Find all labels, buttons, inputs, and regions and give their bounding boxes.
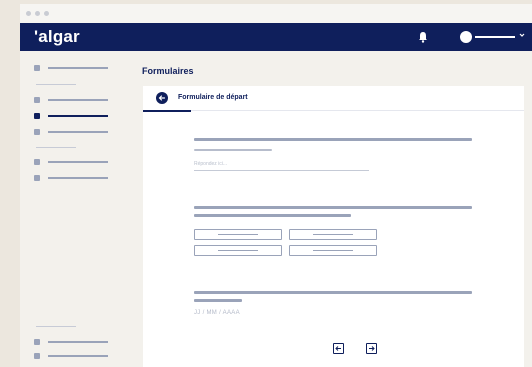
arrow-right-icon <box>369 346 375 351</box>
bell-icon[interactable] <box>418 31 428 43</box>
prev-page-button[interactable] <box>333 343 344 354</box>
window-titlebar <box>20 4 532 23</box>
question-1-text <box>194 138 472 141</box>
answer-input[interactable]: Répondez ici... <box>194 161 227 167</box>
brand-logo[interactable]: 'algar <box>34 27 80 47</box>
sidebar-divider <box>36 326 76 327</box>
question-3-text <box>194 291 472 294</box>
sidebar-item-4[interactable] <box>34 129 114 135</box>
sidebar-divider <box>36 147 76 148</box>
arrow-left-icon <box>335 346 341 351</box>
page-title: Formulaires <box>142 66 194 76</box>
app-window: 'algar Formulaires Formulaire de départ … <box>20 4 532 367</box>
sidebar-item-6[interactable] <box>34 175 114 181</box>
sidebar-item-5[interactable] <box>34 159 114 165</box>
date-input[interactable]: JJ / MM / AAAA <box>194 310 240 316</box>
sidebar-item-2[interactable] <box>34 97 114 103</box>
question-3-text-line2 <box>194 299 242 302</box>
back-arrow-icon[interactable] <box>156 92 168 104</box>
sidebar-item-8[interactable] <box>34 353 114 359</box>
form-card-header: Formulaire de départ <box>143 86 524 111</box>
next-page-button[interactable] <box>366 343 377 354</box>
sidebar <box>20 51 138 367</box>
form-title: Formulaire de départ <box>178 94 248 101</box>
app-header: 'algar <box>20 23 532 51</box>
question-1-hint <box>194 149 272 151</box>
chevron-down-icon[interactable] <box>518 32 526 38</box>
choice-option-4[interactable] <box>289 245 377 256</box>
choice-option-3[interactable] <box>194 245 282 256</box>
window-dot-minimize[interactable] <box>35 11 40 16</box>
sidebar-divider <box>36 84 76 85</box>
choice-option-1[interactable] <box>194 229 282 240</box>
window-dot-close[interactable] <box>26 11 31 16</box>
sidebar-item-7[interactable] <box>34 339 114 345</box>
question-2-text <box>194 206 472 209</box>
active-tab-indicator <box>143 110 191 112</box>
form-card: Formulaire de départ Répondez ici... JJ … <box>143 86 524 367</box>
window-dot-maximize[interactable] <box>44 11 49 16</box>
sidebar-item-3[interactable] <box>34 113 114 119</box>
user-name-placeholder[interactable] <box>475 36 515 38</box>
answer-input-underline <box>194 170 369 171</box>
sidebar-item-1[interactable] <box>34 65 114 71</box>
question-2-text-line2 <box>194 214 351 217</box>
choice-option-2[interactable] <box>289 229 377 240</box>
avatar[interactable] <box>460 31 472 43</box>
